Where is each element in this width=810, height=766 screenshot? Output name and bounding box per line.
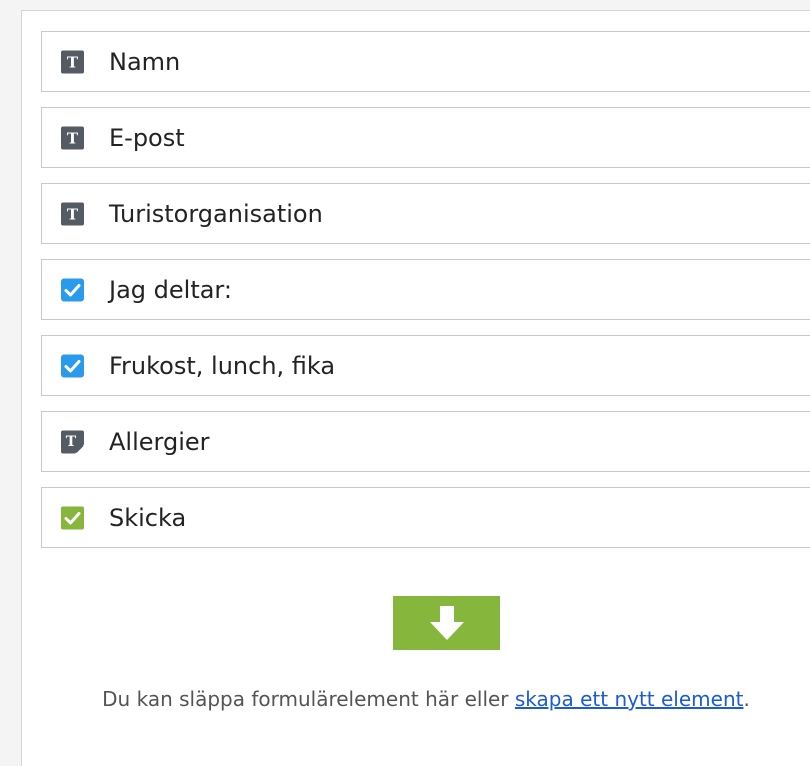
drop-zone-hint-text: Du kan släppa formulärelement här eller — [102, 687, 515, 711]
svg-text:T: T — [67, 205, 79, 223]
drop-zone-hint-end: . — [743, 687, 750, 711]
arrow-down-glyph — [429, 606, 464, 640]
form-field-label: Allergier — [109, 427, 210, 456]
textarea-icon: T — [61, 430, 84, 453]
checkbox-icon — [61, 278, 84, 301]
form-field-skicka[interactable]: Skicka — [41, 487, 810, 548]
form-field-jag-deltar[interactable]: Jag deltar: — [41, 259, 810, 320]
form-field-list: T Namn T E-post T Turistorganisation Jag… — [41, 31, 810, 563]
drop-zone[interactable]: Du kan släppa formulärelement här eller … — [41, 596, 810, 761]
svg-text:T: T — [66, 434, 77, 450]
form-field-label: Frukost, lunch, fika — [109, 351, 336, 380]
text-field-icon: T — [61, 202, 84, 225]
form-field-label: Jag deltar: — [109, 275, 232, 304]
text-field-icon: T — [61, 126, 84, 149]
form-field-frukost-lunch-fika[interactable]: Frukost, lunch, fika — [41, 335, 810, 396]
form-builder-panel: T Namn T E-post T Turistorganisation Jag… — [21, 10, 810, 766]
create-new-element-link[interactable]: skapa ett nytt element — [515, 687, 744, 711]
svg-text:T: T — [67, 129, 79, 147]
form-field-label: E-post — [109, 123, 185, 152]
checkbox-icon — [61, 354, 84, 377]
form-field-namn[interactable]: T Namn — [41, 31, 810, 92]
arrow-down-icon — [393, 596, 500, 650]
submit-icon — [61, 506, 84, 529]
svg-text:T: T — [67, 53, 79, 71]
form-field-e-post[interactable]: T E-post — [41, 107, 810, 168]
form-field-label: Skicka — [109, 503, 187, 532]
form-field-label: Turistorganisation — [109, 199, 323, 228]
form-field-allergier[interactable]: T Allergier — [41, 411, 810, 472]
drop-zone-hint: Du kan släppa formulärelement här eller … — [21, 684, 810, 714]
page-background: T Namn T E-post T Turistorganisation Jag… — [0, 0, 810, 766]
form-field-label: Namn — [109, 47, 181, 76]
text-field-icon: T — [61, 50, 84, 73]
form-field-turistorganisation[interactable]: T Turistorganisation — [41, 183, 810, 244]
